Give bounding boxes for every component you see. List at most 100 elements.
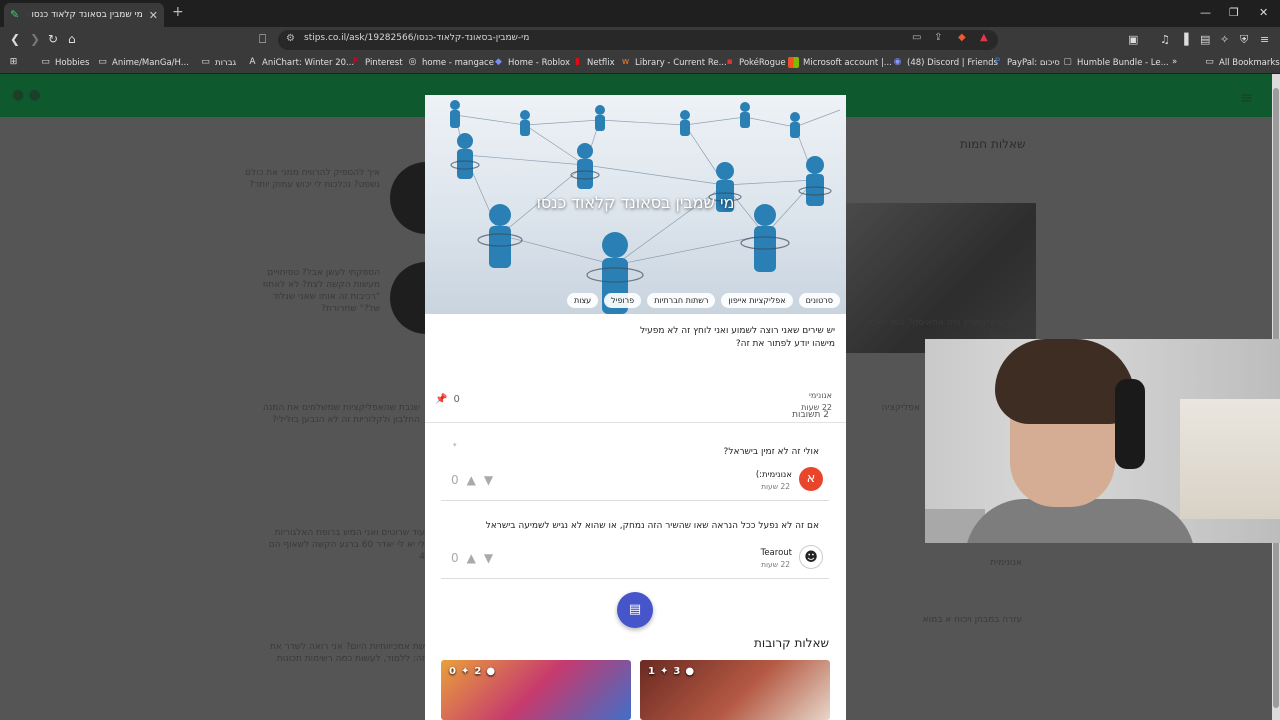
question-body-line: יש שירים שאני רוצה לשמוע ואני לוחץ זה לא… [639,326,835,336]
tag-chip[interactable]: רשתות חברתיות [647,293,716,308]
media-icon[interactable]: ♫ [1160,33,1170,46]
bookmark-item[interactable]: ▭ Anime/Man​Ga/H... [97,57,189,68]
brave-shield-icon[interactable]: ◆ [958,32,966,43]
tag-chip[interactable]: אפליקציות אייפון [721,293,793,308]
bookmark-item[interactable]: ◉ (48) Discord | Friends [892,57,998,68]
pin-count: 0 [449,666,456,677]
answer-author[interactable]: אנונימית:) [756,470,792,480]
bookmark-item[interactable]: Microsoft account |... [788,57,892,68]
wallet-icon[interactable]: ▤ [1200,33,1210,46]
question-author[interactable]: אנונימי [801,390,832,402]
bookmark-item[interactable]: ▮ Netflix [572,57,615,68]
pin-count: 0 [453,394,460,405]
bookmark-item[interactable]: ◆ Home - Roblox [493,57,570,68]
answer-text: אם זה לא נפעל ככל הנראה שאו שהשיר הזה נמ… [485,521,819,531]
related-question-card[interactable]: 1 ✦ 3 ● [640,660,830,720]
stips-favicon-icon: ✎ [10,8,20,21]
card-stats: 1 ✦ 3 ● [648,666,694,677]
share-icon[interactable]: ⇪ [934,32,942,43]
related-questions-heading: שאלות קרובות [754,636,829,650]
tab-strip: ✎ מי שמבין בסאונד קלאוד כנסו - סטיפס ✕ +… [0,0,1280,27]
site-info-icon[interactable]: ⚙ [286,33,295,44]
bookmark-item[interactable]: ▪ PokéRogue [724,57,785,68]
home-icon[interactable]: ⌂ [68,32,76,46]
comment-count: 3 [673,666,681,677]
question-hero-image: מי שמבין בסאונד קלאוד כנסו סרטונים אפליק… [425,95,846,314]
bookmark-item[interactable]: A AniChart: Winter 20... [247,57,354,68]
bookmark-page-icon[interactable]: ⎕ [259,32,266,47]
more-bookmarks-icon[interactable]: » [1172,57,1177,67]
paypal-icon: P [994,57,1001,67]
vote-controls: 0 ▲ ▼ [451,473,493,487]
background-question-text: עוד שרוטים ואני המש ברופת האלגוריות לי י… [268,528,425,562]
url-text: stips.co.il/ask/19282566/מי-שמבין-בסאונד… [304,33,530,43]
tab-title: מי שמבין בסאונד קלאוד כנסו - סטיפס [28,10,143,20]
forward-icon[interactable]: ❯ [30,32,40,46]
background-question-text: הספקתי לעשן אבל? טפיחויים מעשות הקשה לצת… [262,268,380,314]
all-bookmarks[interactable]: ▭ All Bookmarks [1204,57,1280,68]
minimize-icon[interactable]: — [1200,6,1211,19]
screenshot-icon[interactable]: ▣ [1128,33,1138,46]
background-question-text: שת אמכיוותיות היום? אני רואה לשדר את זה:… [269,642,425,664]
question-body-line: מישהו יודע לפתור את זה? [735,339,835,349]
related-question-card[interactable]: 0 ✦ 2 ● [441,660,631,720]
downvote-icon[interactable]: ▼ [484,551,493,565]
active-tab[interactable]: ✎ מי שמבין בסאונד קלאוד כנסו - סטיפס ✕ [4,3,164,27]
new-tab-icon[interactable]: + [172,4,184,20]
pin-icon[interactable]: 📌 [435,394,447,405]
vpn-icon[interactable]: ⛨ [1240,33,1248,47]
close-tab-icon[interactable]: ✕ [149,9,158,22]
upvote-icon[interactable]: ▲ [467,473,476,487]
tag-chip[interactable]: סרטונים [798,293,840,308]
bookmark-item[interactable]: ▢ Humble Bundle - Le... [1062,57,1169,68]
avatar[interactable]: א [799,467,823,491]
address-bar[interactable]: ⚙ stips.co.il/ask/19282566/מי-שמבין-בסאו… [278,30,998,50]
folder-icon: ▭ [41,57,50,67]
bookmark-item[interactable]: ▭ Hobbies [40,57,89,68]
comment-count: 2 [474,666,482,677]
background-question-text: איך להספיק להרוויח ממני את כולם נשפט? נכ… [245,168,380,190]
downvote-icon[interactable]: ▼ [484,473,493,487]
menu-icon[interactable]: ≡ [1260,33,1269,46]
answer-card: ▾ אולי זה לא זמין בישראל? א אנונימית:) 2… [441,433,829,501]
pin-count: 1 [648,666,655,677]
close-window-icon[interactable]: ✕ [1259,6,1268,19]
bookmark-item[interactable]: ᴡ Library - Current Re... [620,57,727,68]
anichart-icon: A [249,57,256,67]
comment-icon: ● [685,666,695,677]
cast-icon[interactable]: ▭ [912,32,921,43]
netflix-icon: ▮ [575,57,580,67]
back-icon[interactable]: ❮ [10,32,20,46]
add-answer-button[interactable]: ▤ [617,592,653,628]
maximize-icon[interactable]: ❐ [1229,6,1239,19]
more-options-icon[interactable]: ▾ [453,441,457,449]
rewards-icon[interactable]: ▲ [980,32,988,43]
bookmark-item[interactable]: ▭ גברות [200,57,236,68]
upvote-icon[interactable]: ▲ [467,551,476,565]
hamburger-menu-icon[interactable]: ≡ [1240,88,1253,107]
pin-control[interactable]: 📌 0 [435,394,460,405]
question-body: יש שירים שאני רוצה לשמוע ואני לוחץ זה לא… [435,325,835,351]
question-modal: מי שמבין בסאונד קלאוד כנסו סרטונים אפליק… [425,95,846,720]
bookmark-item[interactable]: P PayPal: סיכום [992,57,1060,68]
vote-controls: 0 ▲ ▼ [451,551,493,565]
tag-chip[interactable]: פרופיל [604,293,642,308]
avatar[interactable]: ☻ [799,545,823,569]
navigation-bar: ❮ ❯ ↻ ⌂ ⎕ ⚙ stips.co.il/ask/19282566/מי-… [0,27,1280,53]
answer-author[interactable]: Tearout [761,548,792,558]
background-question-text: אלברט איינשטיין היה אתאיסט? הוא האמין בא… [865,318,1026,340]
reload-icon[interactable]: ↻ [48,32,58,46]
sidebar-icon[interactable]: ▐ [1180,33,1188,46]
leo-icon[interactable]: ✧ [1220,33,1229,46]
background-question-text: שנבת שהאפליקציות שמשלמים את המנה החלבון … [262,403,420,425]
answer-time: 22 שעות [761,560,790,569]
bookmark-item[interactable]: ◎ home - mangace [407,57,494,68]
bookmark-item[interactable]: P Pinterest [350,57,403,68]
apps-icon[interactable]: ⊞ [8,57,19,68]
tag-chip[interactable]: עצות [566,293,599,308]
discord-icon: ◉ [893,57,902,67]
folder-icon: ▭ [1205,57,1214,67]
humble-icon: ▢ [1063,57,1072,67]
answer-time: 22 שעות [761,482,790,491]
chat-bell-icons[interactable]: ● ● [12,87,41,103]
